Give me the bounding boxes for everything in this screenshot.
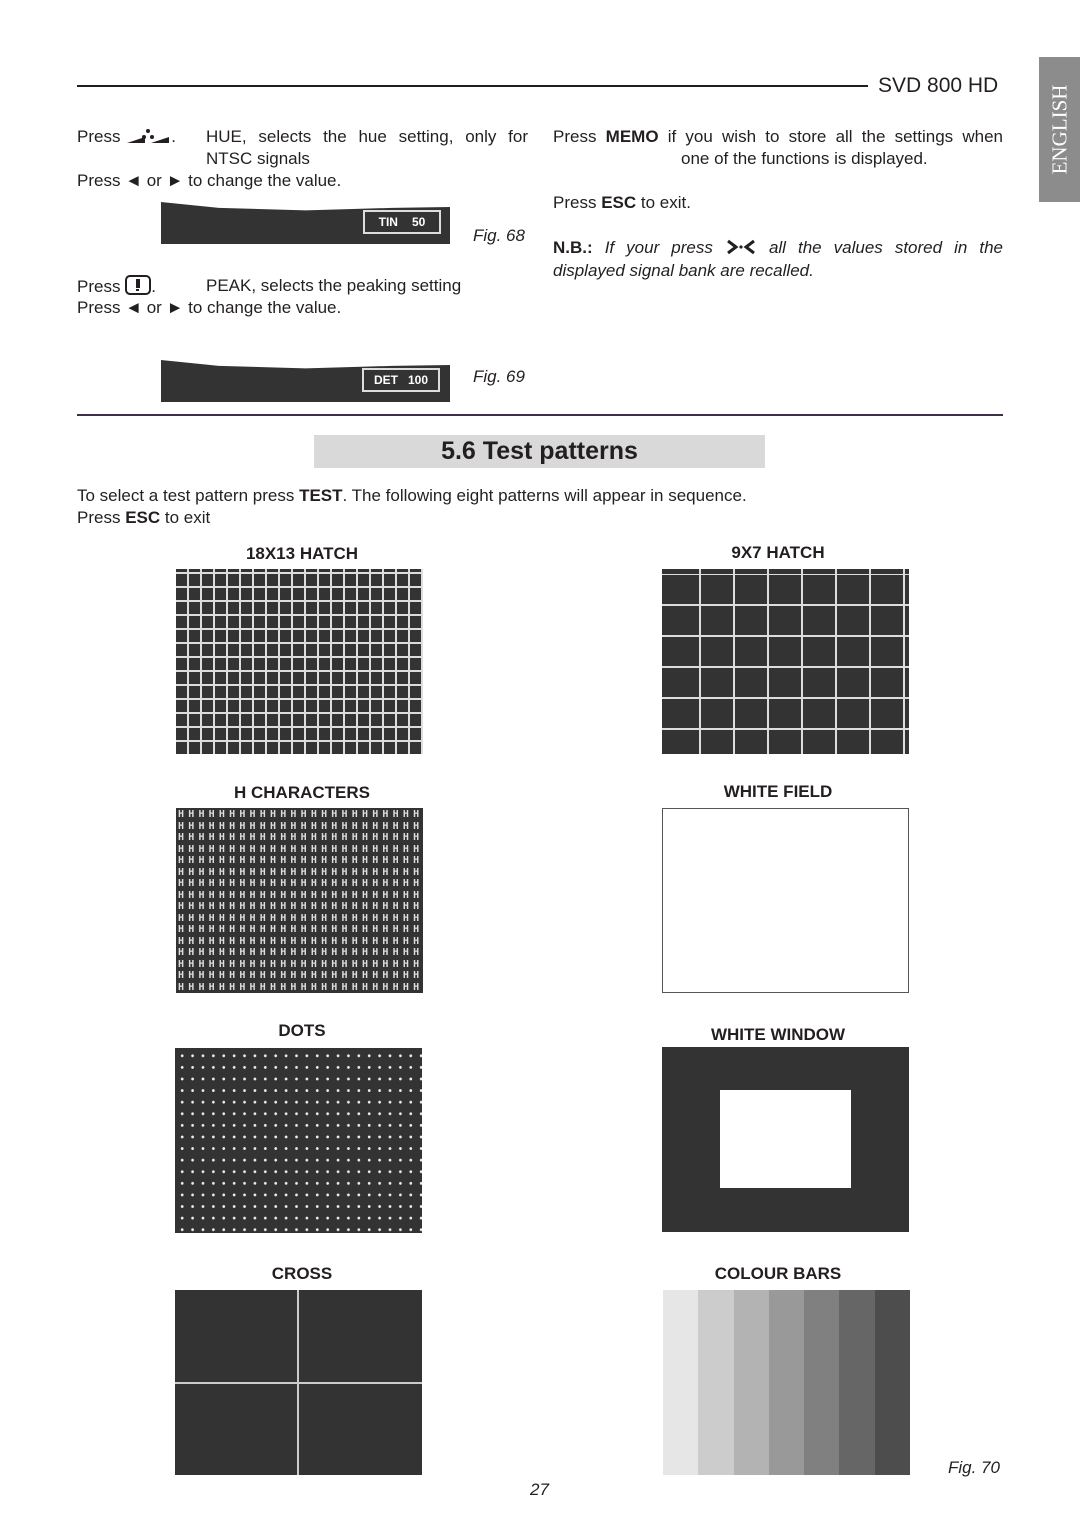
memo-instruction: Press MEMO if you wish to store all the … [553, 127, 1004, 146]
colour-bar [663, 1290, 699, 1475]
recall-icon [727, 239, 755, 255]
pattern-title-cross: CROSS [271, 1264, 333, 1283]
colour-bar [839, 1290, 875, 1475]
colour-bar [874, 1290, 910, 1475]
change-value-1: Press ◄ or ► to change the value. [77, 171, 342, 190]
model-name: SVD 800 HD [878, 74, 999, 97]
pattern-white-field [662, 808, 909, 993]
nb-note: N.B.: If your press all the values store… [553, 238, 1004, 257]
fig-68-label: Fig. 68 [473, 226, 525, 245]
pattern-white-window [662, 1047, 909, 1232]
pattern-title-9x7: 9X7 HATCH [731, 543, 825, 562]
language-tab: ENGLISH [1039, 57, 1080, 202]
esc-instruction: Press ESC to exit. [553, 193, 691, 212]
pattern-h-characters: HHHHHHHHHHHHHHHHHHHHHHHH HHHHHHHHHHHHHHH… [176, 808, 423, 993]
white-window-rect [720, 1090, 851, 1188]
colour-bar [733, 1290, 769, 1475]
hue-description-2: NTSC signals [206, 149, 310, 168]
colour-bar [768, 1290, 805, 1475]
section-title: 5.6 Test patterns [314, 435, 765, 468]
hue-instruction: Press . [77, 127, 176, 146]
pattern-title-18x13: 18X13 HATCH [245, 544, 359, 563]
peak-button-icon [125, 275, 152, 295]
pattern-title-colour-bars: COLOUR BARS [714, 1264, 842, 1283]
section-intro: To select a test pattern press TEST. The… [77, 486, 747, 505]
pattern-title-h-characters: H CHARACTERS [234, 783, 370, 802]
header-rule [77, 85, 868, 87]
pattern-title-white-window: WHITE WINDOW [710, 1025, 846, 1044]
osd-tin-value: TIN 50 [363, 210, 441, 234]
pattern-18x13-hatch [176, 569, 423, 754]
pattern-title-dots: DOTS [278, 1021, 326, 1040]
colour-bar [698, 1290, 734, 1475]
pattern-9x7-hatch [662, 569, 909, 754]
memo-instruction-2: one of the functions is displayed. [681, 149, 928, 168]
pattern-dots [175, 1048, 422, 1233]
cross-horizontal-line [175, 1382, 422, 1384]
nb-note-2: displayed signal bank are recalled. [553, 261, 814, 280]
peak-instruction: Press . [77, 275, 156, 296]
page-number: 27 [530, 1480, 549, 1499]
peak-description: PEAK, selects the peaking setting [206, 276, 462, 295]
colour-bar [804, 1290, 840, 1475]
hue-description: HUE, selects the hue setting, only for [206, 127, 528, 146]
section-esc: Press ESC to exit [77, 508, 211, 527]
hue-button-icon [127, 129, 170, 143]
change-value-2: Press ◄ or ► to change the value. [77, 298, 342, 317]
fig-69-label: Fig. 69 [473, 367, 525, 386]
pattern-cross [175, 1290, 422, 1475]
pattern-colour-bars [663, 1290, 910, 1475]
osd-det-value: DET 100 [362, 368, 440, 392]
section-rule [77, 414, 1003, 416]
pattern-title-white-field: WHITE FIELD [723, 782, 833, 801]
fig-70-label: Fig. 70 [948, 1458, 1000, 1477]
